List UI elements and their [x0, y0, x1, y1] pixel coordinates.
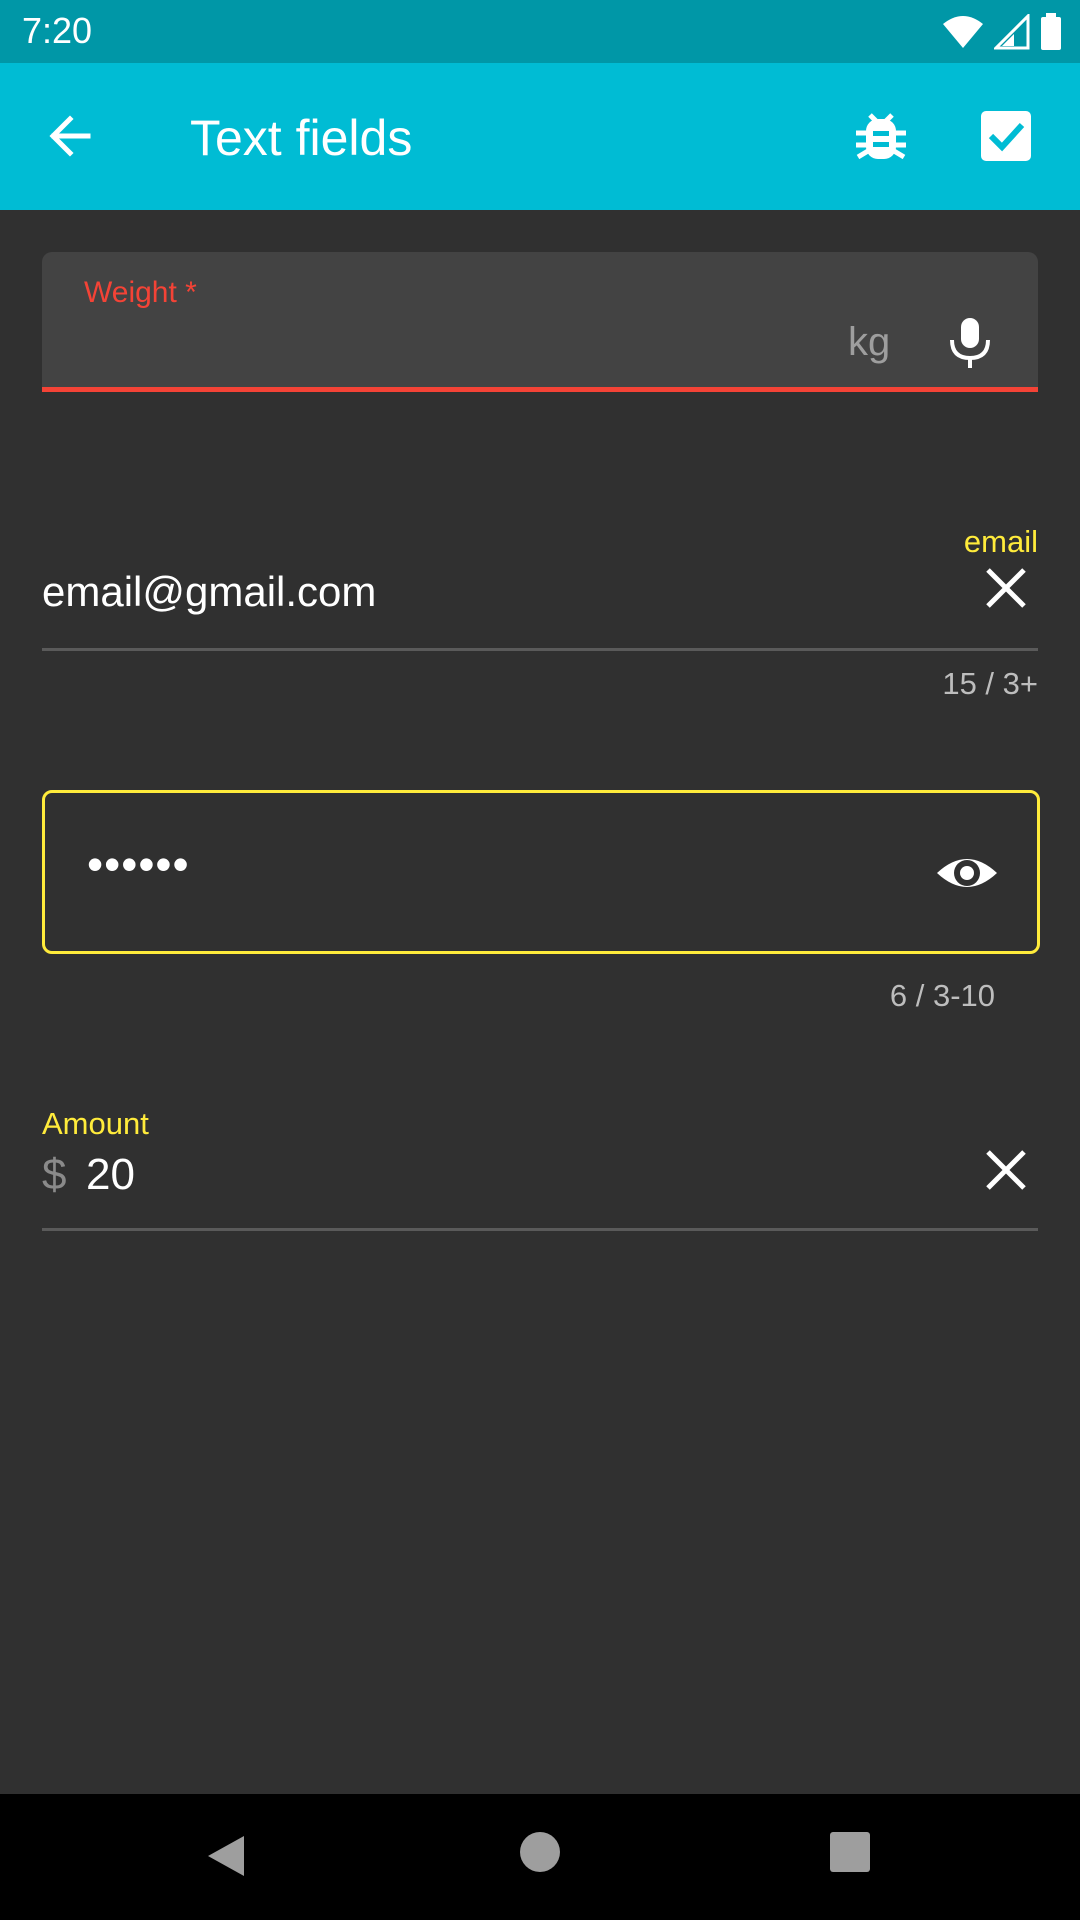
- page-title: Text fields: [190, 110, 413, 166]
- password-field[interactable]: ••••••: [42, 790, 1040, 954]
- status-icons: [942, 12, 1062, 52]
- email-input[interactable]: email@gmail.com: [42, 568, 376, 616]
- email-underline: [42, 648, 1038, 651]
- nav-home-icon[interactable]: [520, 1832, 560, 1872]
- password-input[interactable]: ••••••: [87, 837, 190, 891]
- wifi-icon: [943, 16, 983, 48]
- weight-suffix: kg: [848, 320, 891, 364]
- close-icon[interactable]: [978, 560, 1034, 616]
- app-bar: Text fields: [0, 63, 1080, 210]
- email-floating-label: email: [963, 524, 1038, 559]
- weight-underline: [42, 387, 1038, 392]
- bug-icon[interactable]: [850, 105, 912, 167]
- amount-label: Amount: [42, 1106, 149, 1141]
- amount-prefix: $: [42, 1150, 67, 1199]
- weight-label: Weight *: [84, 276, 197, 309]
- nav-recents-icon[interactable]: [830, 1832, 870, 1872]
- signal-icon: [994, 14, 1030, 50]
- status-time: 7:20: [22, 10, 93, 51]
- battery-icon: [1041, 13, 1061, 50]
- password-counter: 6 / 3-10: [889, 978, 995, 1013]
- status-bar: 7:20: [0, 0, 1080, 63]
- eye-icon[interactable]: [933, 839, 1001, 907]
- nav-back-icon[interactable]: [200, 1830, 252, 1882]
- navigation-bar: [0, 1794, 1080, 1920]
- amount-input[interactable]: 20: [86, 1150, 135, 1200]
- check-box-icon[interactable]: [975, 105, 1037, 167]
- close-icon[interactable]: [978, 1142, 1034, 1198]
- weight-field[interactable]: Weight * kg: [42, 252, 1038, 392]
- email-counter: 15 / 3+: [942, 666, 1038, 701]
- amount-underline: [42, 1228, 1038, 1231]
- mic-icon[interactable]: [940, 312, 1000, 372]
- arrow-back-icon[interactable]: [40, 106, 100, 166]
